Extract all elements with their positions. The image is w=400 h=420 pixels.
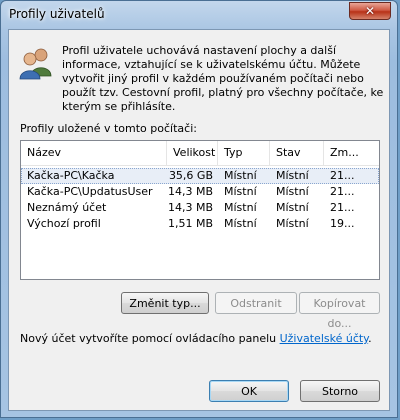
cell-status: Místní [276, 169, 309, 182]
cell-size: 1,51 MB [167, 217, 213, 230]
title-bar[interactable]: Profily uživatelů ✕ [1, 1, 397, 29]
table-row[interactable]: Kačka-PC\UpdatusUser 14,3 MB Místní Míst… [21, 184, 379, 200]
dialog-body: Profil uživatele uchovává nastavení ploc… [8, 29, 390, 411]
cell-type: Místní [224, 217, 257, 230]
cell-name: Kačka-PC\Kačka [27, 169, 115, 182]
cell-status: Místní [276, 201, 309, 214]
column-header-type[interactable]: Typ [218, 141, 270, 165]
cancel-button[interactable]: Storno [300, 380, 380, 402]
column-header-modified[interactable]: Zm... [324, 141, 379, 165]
cell-status: Místní [276, 217, 309, 230]
info-text: Profil uživatele uchovává nastavení ploc… [62, 44, 384, 113]
column-header-size[interactable]: Velikost [167, 141, 218, 165]
close-icon: ✕ [364, 4, 376, 18]
table-row[interactable]: Kačka-PC\Kačka 35,6 GB Místní Místní 21.… [21, 168, 379, 184]
cell-name: Neznámý účet [27, 201, 107, 214]
copy-to-button[interactable]: Kopírovat do... [299, 292, 380, 330]
cell-name: Výchozí profil [27, 217, 101, 230]
cell-size: 35,6 GB [168, 169, 213, 182]
footer-text: Nový účet vytvoříte pomocí ovládacího pa… [20, 332, 372, 345]
footer-suffix: . [368, 332, 372, 345]
cell-size: 14,3 MB [167, 201, 213, 214]
profiles-list[interactable]: Název Velikost Typ Stav Zm... Kačka-PC\K… [20, 140, 380, 280]
cell-modified: 21... [330, 185, 355, 198]
column-header-status[interactable]: Stav [270, 141, 324, 165]
cell-type: Místní [224, 169, 257, 182]
footer-label: Nový účet vytvoříte pomocí ovládacího pa… [20, 332, 280, 345]
cell-modified: 21... [330, 169, 355, 182]
cell-name: Kačka-PC\UpdatusUser [27, 185, 153, 198]
ok-button[interactable]: OK [209, 380, 289, 402]
table-row[interactable]: Neznámý účet 14,3 MB Místní Místní 21... [21, 200, 379, 216]
users-icon [19, 48, 52, 80]
cell-type: Místní [224, 201, 257, 214]
profiles-dialog: Profily uživatelů ✕ Profil uživatele uch… [0, 0, 398, 418]
cell-size: 14,3 MB [167, 185, 213, 198]
remove-button[interactable]: Odstranit [215, 292, 297, 314]
list-header: Název Velikost Typ Stav Zm... [21, 141, 379, 166]
change-type-button[interactable]: Změnit typ... [121, 292, 209, 314]
profiles-label: Profily uložené v tomto počítači: [20, 122, 197, 135]
window-title: Profily uživatelů [9, 7, 105, 21]
user-accounts-link[interactable]: Uživatelské účty [280, 332, 369, 345]
cell-modified: 21... [330, 201, 355, 214]
cell-type: Místní [224, 185, 257, 198]
cell-modified: 19... [330, 217, 355, 230]
table-row[interactable]: Výchozí profil 1,51 MB Místní Místní 19.… [21, 216, 379, 232]
cell-status: Místní [276, 185, 309, 198]
close-button[interactable]: ✕ [349, 2, 391, 20]
column-header-name[interactable]: Název [21, 141, 167, 165]
